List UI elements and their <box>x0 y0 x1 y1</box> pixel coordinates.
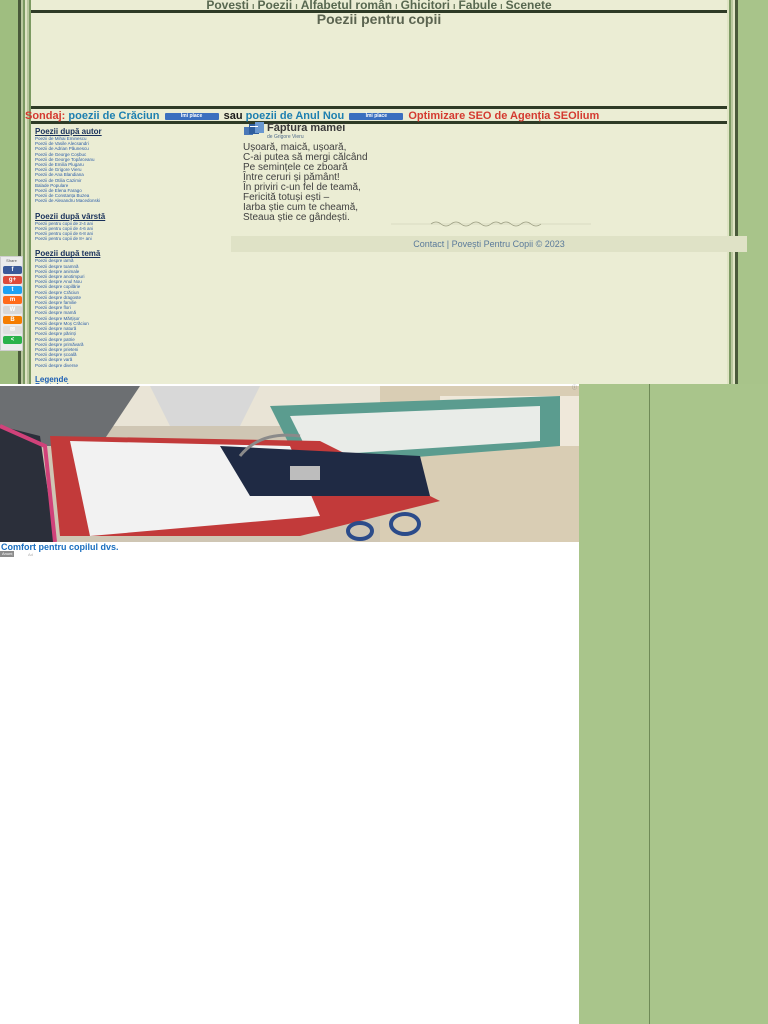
poem-header: Făptura mamei de Grigore Vieru <box>231 122 751 140</box>
verse-line: Steaua știe ce gândești. <box>243 212 350 223</box>
ad-title[interactable]: Comfort pentru copilul dvs. <box>1 542 119 552</box>
share-icon[interactable]: < <box>3 336 22 344</box>
themes-list: Poezii despre iarnă Poezii despre toamnă P… <box>35 258 215 367</box>
sidebar: Poezii după autor Poezii de Mihai Emines… <box>35 127 215 404</box>
facebook-icon[interactable]: f <box>3 266 22 274</box>
poem-author[interactable]: de Grigore Vieru <box>267 134 304 140</box>
email-icon[interactable]: ✉ <box>3 326 22 334</box>
ad-info-icon[interactable]: ⓘ <box>572 384 577 391</box>
advertisement[interactable]: ⓘ Comfort pentru copilul dvs. Anunț Ad <box>0 384 579 1024</box>
google-plus-icon[interactable]: g+ <box>3 276 22 284</box>
wordpress-icon[interactable]: W <box>3 306 22 314</box>
site-title: Poezii pentru copii <box>316 11 442 27</box>
poem-title: Făptura mamei <box>267 122 346 134</box>
main-page: Povești ı Poezii ı Alfabetul român ı Ghicitori… <box>18 0 747 404</box>
messenger-icon[interactable]: m <box>3 296 22 304</box>
authors-heading: Poezii după autor <box>35 127 102 136</box>
ad-badge: Anunț <box>0 551 15 557</box>
ages-list: Poezii pentru copii de 2-4 ani Poezii pen… <box>35 221 215 242</box>
sondaj-or: sau <box>223 110 243 122</box>
background-right <box>579 384 768 1024</box>
sondaj-bar: Sondaj: poezii de Crăciun Îmi place sau … <box>25 110 599 122</box>
books-icon <box>244 122 264 135</box>
sondaj-label: Sondaj: <box>25 110 66 122</box>
ornament-divider <box>391 221 591 227</box>
poem-verses: Ușoară, maică, ușoară, C-ai putea să merg… <box>243 143 368 223</box>
ad-image[interactable] <box>0 386 579 542</box>
new-year-poems-link[interactable]: poezii de Anul Nou <box>246 110 345 122</box>
christmas-poems-link[interactable]: poezii de Crăciun <box>68 110 159 122</box>
ages-heading: Poezii după vârstă <box>35 211 106 221</box>
like-button-christmas[interactable]: Îmi place <box>164 113 219 120</box>
share-buttons: f g+ t m W B ✉ < <box>1 266 22 344</box>
twitter-icon[interactable]: t <box>3 286 22 294</box>
ad-source: Ad <box>28 552 33 557</box>
poem-content: Făptura mamei de Grigore Vieru Ușoară, m… <box>231 122 751 252</box>
authors-list: Poezii de Mihai Eminescu Poezii de Vasile… <box>35 136 215 204</box>
like-button-new-year[interactable]: Îmi place <box>349 113 404 120</box>
share-label: Share <box>6 258 17 263</box>
seo-link[interactable]: Optimizare SEO de Agenția SEOlium <box>408 110 599 122</box>
footer[interactable]: Contact | Povești Pentru Copii © 2023 <box>231 236 747 252</box>
share-bar: Share f g+ t m W B ✉ < <box>0 256 23 351</box>
blogger-icon[interactable]: B <box>3 316 22 324</box>
stroller-photo <box>0 386 579 542</box>
themes-heading: Poezii după temă <box>35 249 101 259</box>
